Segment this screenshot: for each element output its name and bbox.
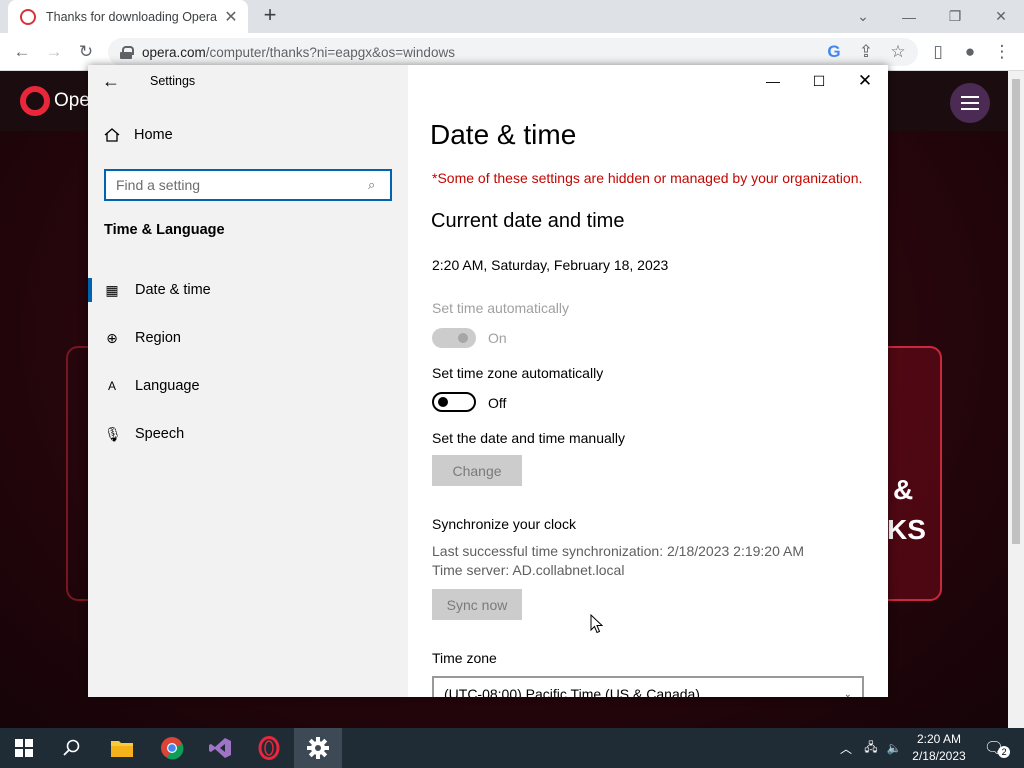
set-tz-auto-toggle[interactable] (432, 392, 476, 412)
search-taskbar-button[interactable] (48, 728, 96, 768)
browser-tab[interactable]: Thanks for downloading Opera ✕ (8, 0, 248, 33)
settings-sidebar: ← Settings Home ⌕ Time & Language ▦ Date… (88, 65, 408, 697)
promo-text-2: KS (887, 514, 926, 545)
opera-menu-icon[interactable] (950, 83, 990, 123)
timezone-label: Time zone (432, 650, 497, 666)
minimize-button[interactable]: — (750, 65, 796, 97)
lock-icon[interactable] (120, 46, 134, 59)
opera-o-icon (20, 86, 50, 116)
opera-gx-icon[interactable] (245, 728, 293, 768)
back-arrow-icon[interactable]: ← (102, 71, 120, 92)
tab-search-icon[interactable]: ⌄ (840, 0, 886, 33)
settings-taskbar-icon[interactable] (294, 728, 342, 768)
globe-icon: ⊕ (106, 329, 118, 346)
network-icon[interactable]: 🖧 (860, 728, 882, 768)
start-button[interactable] (0, 728, 48, 768)
chrome-icon[interactable] (148, 728, 196, 768)
nav-item-date-time[interactable]: ▦ Date & time (88, 270, 408, 310)
new-tab-button[interactable]: + (258, 4, 282, 28)
clock-date: 2/18/2023 (912, 749, 966, 763)
search-icon (63, 739, 80, 756)
set-time-auto-state: On (488, 330, 507, 346)
nav-item-label: Language (135, 378, 200, 394)
side-panel-icon[interactable]: ▯ (926, 40, 950, 64)
set-time-auto-toggle[interactable] (432, 328, 476, 348)
current-date-heading: Current date and time (431, 210, 625, 232)
sync-now-button[interactable]: Sync now (432, 589, 522, 620)
timezone-value: (UTC-08:00) Pacific Time (US & Canada) (444, 686, 700, 697)
nav-item-region[interactable]: ⊕ Region (88, 318, 408, 358)
google-lens-icon[interactable]: G (822, 40, 846, 64)
time-server-text: Time server: AD.collabnet.local (432, 562, 625, 578)
change-button[interactable]: Change (432, 455, 522, 486)
chevron-down-icon: ⌄ (843, 688, 852, 698)
visual-studio-icon[interactable] (196, 728, 244, 768)
system-clock[interactable]: 2:20 AM 2/18/2023 (905, 731, 973, 765)
opera-logo[interactable]: Ope (20, 86, 90, 116)
bookmark-star-icon[interactable]: ☆ (886, 40, 910, 64)
manual-label: Set the date and time manually (432, 430, 626, 446)
opera-favicon-icon (20, 8, 36, 25)
close-tab-icon[interactable]: ✕ (222, 7, 240, 27)
timezone-select[interactable]: (UTC-08:00) Pacific Time (US & Canada) ⌄ (432, 676, 864, 697)
close-button[interactable]: ✕ (842, 65, 888, 97)
nav-home[interactable]: Home (104, 127, 173, 143)
restore-browser-button[interactable]: ❐ (932, 0, 978, 33)
page-scrollbar[interactable] (1008, 71, 1024, 728)
notification-count: 2 (998, 746, 1011, 758)
managed-warning: *Some of these settings are hidden or ma… (432, 170, 863, 186)
mouse-cursor-icon (590, 614, 603, 634)
current-date-value: 2:20 AM, Saturday, February 18, 2023 (432, 257, 669, 273)
nav-item-language[interactable]: A Language (88, 366, 408, 406)
nav-item-label: Speech (135, 426, 185, 442)
nav-home-label: Home (134, 127, 173, 143)
windows-logo-icon (15, 739, 33, 757)
back-icon[interactable]: ← (10, 40, 34, 64)
language-icon: A (107, 379, 116, 393)
profile-avatar-icon[interactable]: ● (958, 40, 982, 64)
notifications-button[interactable]: 🗨 2 (980, 728, 1014, 768)
share-icon[interactable]: ⇪ (854, 40, 878, 64)
show-hidden-icons-icon[interactable]: ︿ (838, 728, 854, 768)
settings-window: ← Settings Home ⌕ Time & Language ▦ Date… (88, 65, 888, 697)
find-setting-search[interactable]: ⌕ (104, 169, 392, 201)
set-tz-auto-state: Off (488, 395, 507, 411)
page-title: Date & time (430, 119, 577, 150)
browser-tabstrip: Thanks for downloading Opera ✕ + ⌄ — ❐ ✕ (0, 0, 1024, 33)
last-sync-text: Last successful time synchronization: 2/… (432, 543, 804, 559)
volume-icon[interactable]: 🔈 (884, 728, 904, 768)
calendar-clock-icon: ▦ (105, 281, 119, 298)
tab-title: Thanks for downloading Opera (46, 9, 217, 24)
settings-content: — ☐ ✕ Date & time *Some of these setting… (408, 65, 888, 697)
search-icon[interactable]: ⌕ (368, 177, 390, 193)
sync-heading: Synchronize your clock (432, 516, 576, 532)
maximize-button[interactable]: ☐ (796, 65, 842, 97)
set-tz-auto-label: Set time zone automatically (432, 365, 604, 381)
file-explorer-icon[interactable] (98, 728, 146, 768)
reload-icon[interactable]: ↻ (74, 40, 98, 64)
url-text[interactable]: opera.com/computer/thanks?ni=eapgx&os=wi… (142, 45, 455, 60)
address-bar[interactable]: opera.com/computer/thanks?ni=eapgx&os=wi… (108, 38, 918, 66)
windows-taskbar: ︿ 🖧 🔈 2:20 AM 2/18/2023 🗨 2 (0, 728, 1024, 768)
minimize-browser-button[interactable]: — (886, 0, 932, 33)
clock-time: 2:20 AM (916, 732, 962, 746)
set-time-auto-label: Set time automatically (432, 300, 569, 316)
promo-text-1: & (893, 474, 914, 505)
scrollbar-thumb[interactable] (1012, 79, 1020, 544)
microphone-icon: 🎙 (104, 425, 122, 442)
nav-item-speech[interactable]: 🎙 Speech (88, 414, 408, 454)
section-title: Time & Language (104, 222, 225, 238)
menu-kebab-icon[interactable]: ⋮ (990, 40, 1014, 64)
home-icon (104, 128, 120, 142)
gear-icon (307, 737, 329, 759)
close-browser-button[interactable]: ✕ (978, 0, 1024, 33)
search-input[interactable] (116, 177, 368, 193)
nav-item-label: Region (135, 330, 181, 346)
nav-item-label: Date & time (135, 282, 211, 298)
app-title: Settings (150, 74, 196, 88)
forward-icon[interactable]: → (42, 40, 66, 64)
